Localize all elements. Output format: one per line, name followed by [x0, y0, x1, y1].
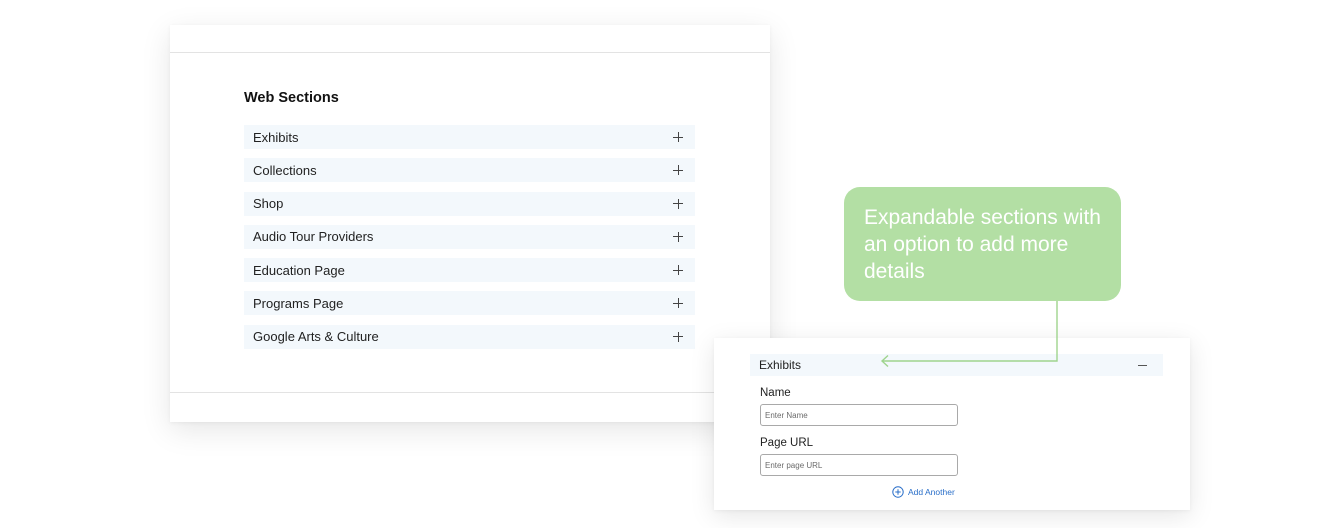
section-item-audio-tour-providers[interactable]: Audio Tour Providers	[244, 224, 695, 249]
name-field-label: Name	[760, 387, 791, 399]
web-sections-card: Web Sections Exhibits Collections Shop A…	[170, 25, 770, 422]
page-url-input[interactable]	[760, 454, 958, 476]
section-item-exhibits[interactable]: Exhibits	[244, 125, 695, 149]
section-item-label: Audio Tour Providers	[253, 229, 374, 245]
plus-icon[interactable]	[673, 165, 683, 176]
card-divider-top	[170, 52, 770, 53]
section-item-label: Collections	[253, 162, 317, 178]
page-url-field-label: Page URL	[760, 437, 814, 449]
section-item-label: Google Arts & Culture	[253, 329, 379, 345]
section-heading: Web Sections	[244, 90, 339, 106]
section-item-collections[interactable]: Collections	[244, 158, 695, 183]
callout-bubble: Expandable sections with an option to ad…	[844, 187, 1121, 301]
expanded-section-header[interactable]: Exhibits	[750, 354, 1163, 376]
plus-circle-icon	[892, 486, 904, 498]
section-item-education-page[interactable]: Education Page	[244, 258, 695, 283]
add-another-button[interactable]: Add Another	[892, 486, 955, 498]
section-item-label: Education Page	[253, 262, 345, 278]
section-item-google-arts-culture[interactable]: Google Arts & Culture	[244, 324, 695, 349]
plus-icon[interactable]	[673, 132, 683, 142]
section-item-label: Shop	[253, 196, 284, 212]
card-divider-bottom	[170, 392, 770, 393]
section-list: Exhibits Collections Shop Audio Tour Pro…	[244, 125, 695, 358]
callout-text: Expandable sections with an option to ad…	[864, 206, 1101, 283]
plus-icon[interactable]	[673, 331, 683, 342]
plus-icon[interactable]	[673, 265, 683, 276]
plus-icon[interactable]	[673, 298, 683, 309]
expanded-section-card: Exhibits Name Page URL Add Another	[714, 338, 1190, 510]
name-input[interactable]	[760, 404, 958, 426]
section-item-label: Exhibits	[253, 129, 299, 145]
expanded-section-title: Exhibits	[759, 358, 802, 372]
plus-icon[interactable]	[673, 231, 683, 242]
section-item-programs-page[interactable]: Programs Page	[244, 291, 695, 316]
plus-icon[interactable]	[673, 198, 683, 209]
section-item-shop[interactable]: Shop	[244, 191, 695, 216]
section-item-label: Programs Page	[253, 295, 344, 311]
minus-icon[interactable]	[1138, 364, 1147, 366]
add-another-label: Add Another	[908, 487, 955, 497]
